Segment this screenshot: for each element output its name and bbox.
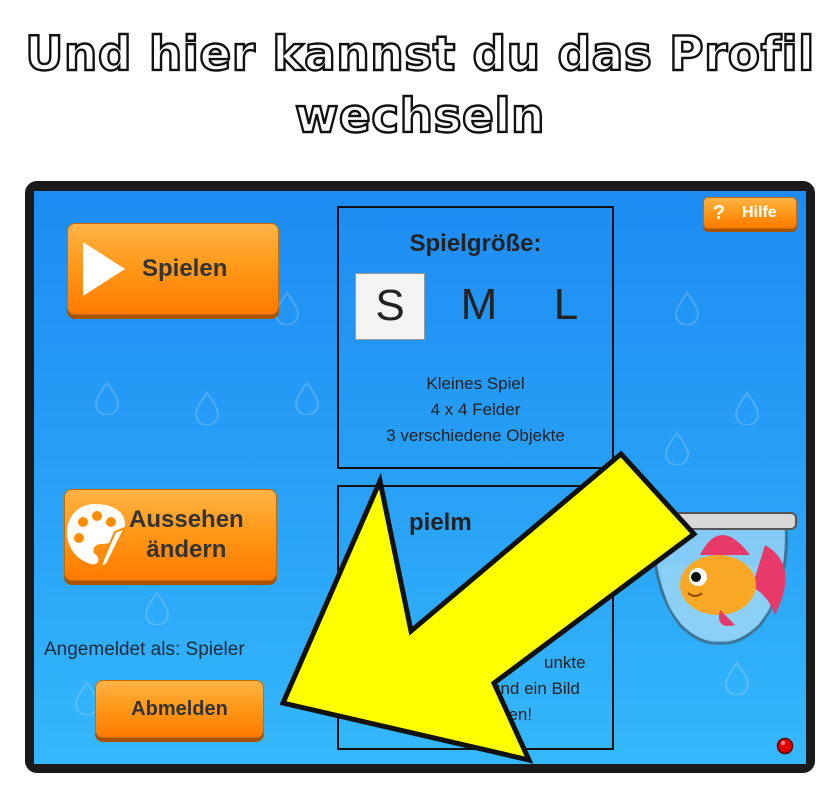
drop-pattern-icon xyxy=(194,391,220,425)
game-mode-text-1: unkte xyxy=(544,653,586,672)
game-size-desc-2: 4 x 4 Felder xyxy=(430,400,521,419)
game-size-panel: Spielgröße: S M L Kleines Spiel 4 x 4 Fe… xyxy=(337,206,614,469)
help-button[interactable]: ? Hilfe xyxy=(703,197,797,229)
play-button-label: Spielen xyxy=(142,255,228,282)
logout-button-label: Abmelden xyxy=(131,697,228,720)
drop-pattern-icon xyxy=(724,661,750,695)
drop-pattern-icon xyxy=(674,291,700,325)
fishbowl-icon xyxy=(647,512,797,645)
drop-pattern-icon xyxy=(94,381,120,415)
logout-button[interactable]: Abmelden xyxy=(95,680,264,738)
change-look-button[interactable]: Aussehen ändern xyxy=(64,489,277,581)
game-mode-panel: pielm unkte und ein Bild den! xyxy=(337,485,614,750)
game-mode-title: pielm xyxy=(409,509,472,536)
app-screen: ? Hilfe Spielen Aussehen ändern Angemeld… xyxy=(34,191,806,764)
drop-pattern-icon xyxy=(664,431,690,465)
help-button-label: Hilfe xyxy=(742,204,777,221)
change-look-label-line-2: ändern xyxy=(146,536,227,563)
help-icon: ? xyxy=(712,201,726,224)
game-mode-text-3: den! xyxy=(499,705,533,724)
size-option-l[interactable]: L xyxy=(532,273,600,340)
game-mode-text-2: und ein Bild xyxy=(491,679,580,698)
drop-pattern-icon xyxy=(294,381,320,415)
play-button[interactable]: Spielen xyxy=(67,223,279,315)
game-size-title: Spielgröße: xyxy=(409,230,542,257)
status-light-icon xyxy=(776,737,794,755)
login-status-text: Angemeldet als: Spieler xyxy=(44,639,245,660)
headline-line-1: Und hier kannst du das Profil xyxy=(24,26,815,83)
change-look-label-line-1: Aussehen xyxy=(129,506,244,533)
palette-icon xyxy=(67,504,128,571)
play-triangle-icon xyxy=(83,242,125,296)
size-option-m[interactable]: M xyxy=(441,273,517,340)
game-size-desc-1: Kleines Spiel xyxy=(426,374,525,393)
drop-pattern-icon xyxy=(734,391,760,425)
headline-line-2: wechseln xyxy=(294,88,546,145)
drop-pattern-icon xyxy=(144,591,170,625)
instruction-headline: Und hier kannst du das Profil wechseln xyxy=(0,24,840,148)
size-option-s[interactable]: S xyxy=(355,273,425,340)
game-size-desc-3: 3 verschiedene Objekte xyxy=(386,426,565,445)
